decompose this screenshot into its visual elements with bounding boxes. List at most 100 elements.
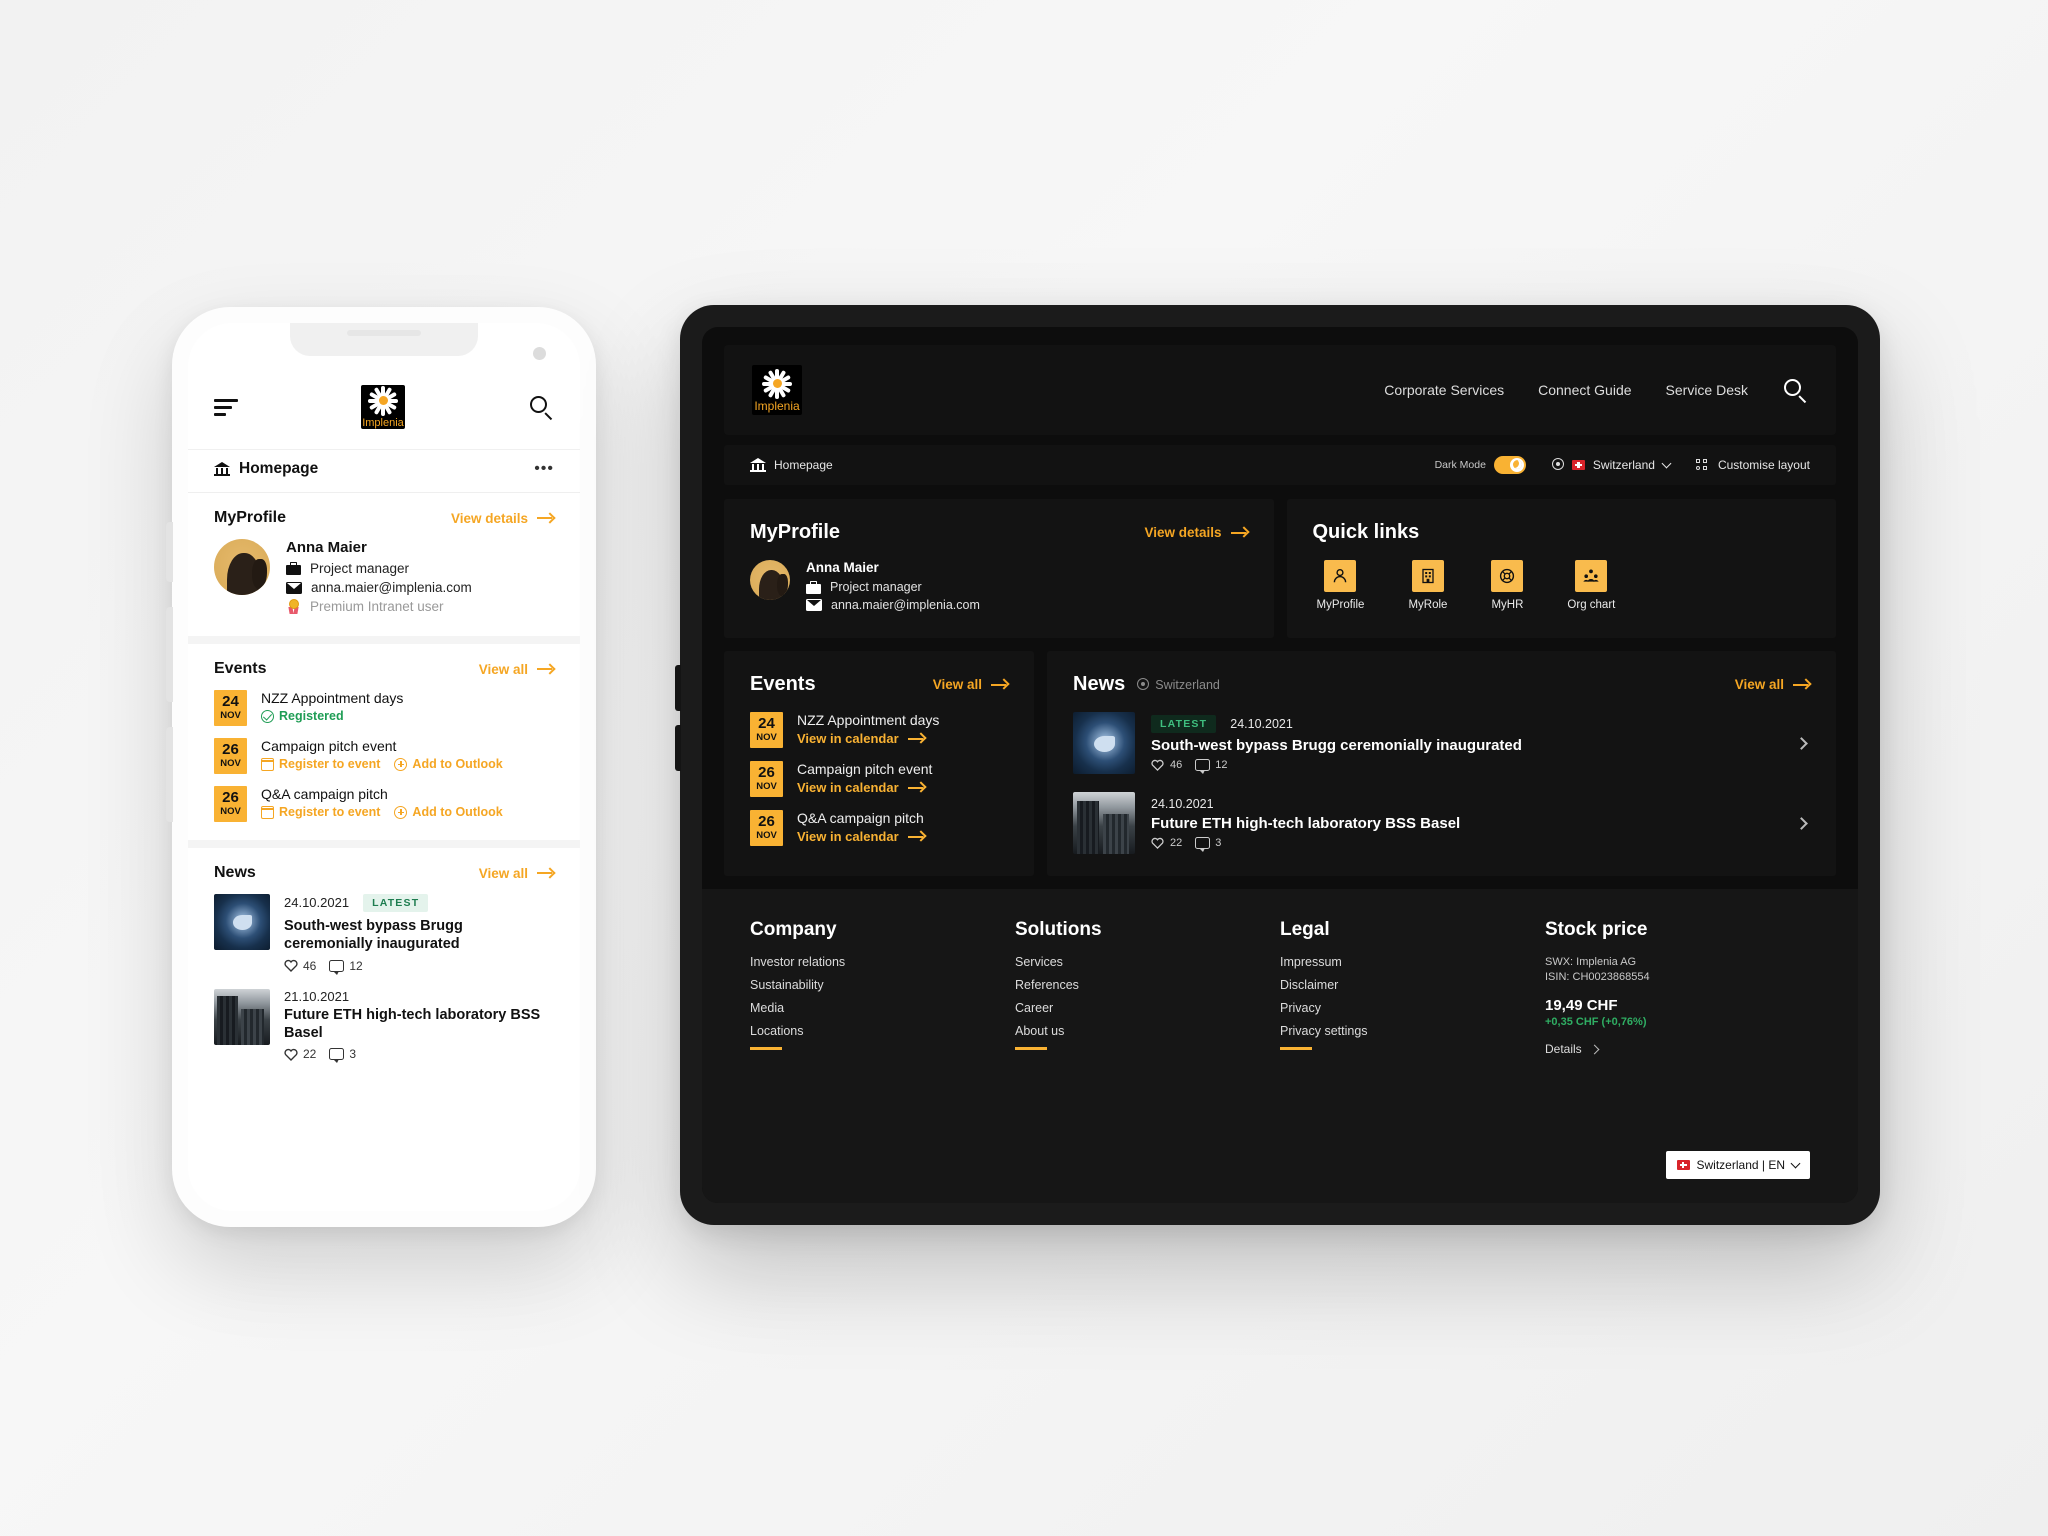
event-actions: Register to event Add to Outlook xyxy=(261,805,503,819)
news-item[interactable]: LATEST 24.10.2021 South-west bypass Brug… xyxy=(1073,712,1810,774)
footer-link-media[interactable]: Media xyxy=(750,1001,1015,1015)
customise-layout-button[interactable]: Customise layout xyxy=(1695,458,1810,472)
comment-count: 3 xyxy=(349,1047,357,1062)
phone-myprofile-card: MyProfile View details Anna Maier Projec… xyxy=(188,493,580,636)
mail-icon xyxy=(806,599,822,611)
menu-icon[interactable] xyxy=(214,398,238,416)
plus-circle-icon xyxy=(394,757,408,771)
quicklink-label: MyHR xyxy=(1491,599,1524,611)
myprofile-title: MyProfile xyxy=(750,521,841,543)
event-month: NOV xyxy=(756,830,777,841)
events-title: Events xyxy=(750,673,816,695)
comments: 12 xyxy=(1195,759,1228,774)
chevron-right-icon[interactable] xyxy=(1795,736,1808,750)
tablet-footer: Company Investor relations Sustainabilit… xyxy=(702,889,1858,1203)
layout-grid-icon xyxy=(1695,459,1710,471)
quicklink-myrole[interactable]: MyRole xyxy=(1408,560,1447,611)
view-in-calendar-link[interactable]: View in calendar xyxy=(797,780,932,795)
news-date: 24.10.2021 xyxy=(1230,716,1293,731)
news-item[interactable]: 24.10.2021 LATEST South-west bypass Brug… xyxy=(214,894,554,975)
footer-link-references[interactable]: References xyxy=(1015,978,1280,992)
footer-link-privacy[interactable]: Privacy xyxy=(1280,1001,1545,1015)
chevron-right-icon[interactable] xyxy=(1795,816,1808,830)
profile-info: Anna Maier Project manager anna.maier@im… xyxy=(806,560,980,616)
nav-service-desk[interactable]: Service Desk xyxy=(1666,382,1748,398)
tablet-nav: Corporate Services Connect Guide Service… xyxy=(1384,377,1808,404)
footer-link-sustainability[interactable]: Sustainability xyxy=(750,978,1015,992)
event-item[interactable]: 24 NOV NZZ Appointment days View in cale… xyxy=(750,712,1008,748)
phone-breadcrumb-bar: Homepage ••• xyxy=(188,449,580,493)
heart-icon xyxy=(284,1048,298,1061)
implenia-logo[interactable]: Implenia xyxy=(752,365,802,415)
view-in-calendar-link[interactable]: View in calendar xyxy=(797,829,927,844)
event-date-chip: 26 NOV xyxy=(750,761,783,797)
breadcrumb[interactable]: Homepage xyxy=(214,460,318,478)
tablet-quicklinks-panel: Quick links MyProfile MyRole MyHR Org ch… xyxy=(1286,499,1836,638)
news-view-all-link[interactable]: View all xyxy=(479,866,556,881)
register-to-event-button[interactable]: Register to event xyxy=(261,757,380,771)
breadcrumb-label: Homepage xyxy=(774,458,833,472)
add-to-outlook-button[interactable]: Add to Outlook xyxy=(394,757,503,771)
footer-link-career[interactable]: Career xyxy=(1015,1001,1280,1015)
footer-heading: Solutions xyxy=(1015,919,1102,940)
quicklink-myhr[interactable]: MyHR xyxy=(1491,560,1524,611)
stock-price: 19,49 CHF xyxy=(1545,997,1618,1014)
comments: 3 xyxy=(329,1047,357,1064)
news-thumbnail xyxy=(214,988,270,1045)
footer-link-about-us[interactable]: About us xyxy=(1015,1024,1280,1038)
event-month: NOV xyxy=(756,732,777,743)
news-engagement: 46 12 xyxy=(1151,759,1781,774)
footer-link-disclaimer[interactable]: Disclaimer xyxy=(1280,978,1545,992)
breadcrumb[interactable]: Homepage xyxy=(750,458,833,472)
footer-link-services[interactable]: Services xyxy=(1015,955,1280,969)
details-label: Details xyxy=(1545,1042,1582,1056)
event-body: Campaign pitch event View in calendar xyxy=(797,761,932,795)
dark-mode-toggle[interactable] xyxy=(1493,456,1526,474)
myprofile-header: MyProfile View details xyxy=(750,521,1250,544)
news-body: LATEST 24.10.2021 South-west bypass Brug… xyxy=(1151,714,1781,774)
country-selector[interactable]: Switzerland xyxy=(1551,458,1672,472)
footer-link-investor-relations[interactable]: Investor relations xyxy=(750,955,1015,969)
add-to-outlook-button[interactable]: Add to Outlook xyxy=(394,805,503,819)
dark-mode-toggle-group[interactable]: Dark Mode xyxy=(1435,456,1526,474)
event-item[interactable]: 24 NOV NZZ Appointment days Registered xyxy=(214,690,554,726)
nav-connect-guide[interactable]: Connect Guide xyxy=(1538,382,1631,398)
event-body: NZZ Appointment days View in calendar xyxy=(797,712,939,746)
profile-email: anna.maier@implenia.com xyxy=(831,598,980,612)
event-item[interactable]: 26 NOV Q&A campaign pitch Register to ev… xyxy=(214,786,554,822)
likes: 46 xyxy=(284,959,316,973)
event-item[interactable]: 26 NOV Campaign pitch event Register to … xyxy=(214,738,554,774)
more-options-icon[interactable]: ••• xyxy=(534,460,554,478)
event-date-chip: 26 NOV xyxy=(214,786,247,822)
register-to-event-button[interactable]: Register to event xyxy=(261,805,380,819)
profile-row: Anna Maier Project manager anna.maier@im… xyxy=(214,539,554,618)
stock-details-link[interactable]: Details xyxy=(1545,1042,1810,1056)
myprofile-header: MyProfile View details xyxy=(214,509,556,527)
quicklink-orgchart[interactable]: Org chart xyxy=(1567,560,1615,611)
myprofile-view-details-link[interactable]: View details xyxy=(451,511,556,526)
view-in-calendar-link[interactable]: View in calendar xyxy=(797,731,939,746)
events-view-all-link[interactable]: View all xyxy=(933,677,1010,692)
news-header: News View all xyxy=(214,864,556,882)
search-icon[interactable] xyxy=(1782,377,1808,404)
event-item[interactable]: 26 NOV Campaign pitch event View in cale… xyxy=(750,761,1008,797)
search-icon[interactable] xyxy=(528,394,554,421)
news-item[interactable]: 21.10.2021 Future ETH high-tech laborato… xyxy=(214,988,554,1064)
quicklink-myprofile[interactable]: MyProfile xyxy=(1317,560,1364,611)
myprofile-view-details-link[interactable]: View details xyxy=(1144,525,1250,540)
language-selector[interactable]: Switzerland | EN xyxy=(1665,1151,1810,1179)
implenia-logo[interactable]: Implenia xyxy=(361,385,405,429)
news-date: 21.10.2021 xyxy=(284,988,350,1004)
event-item[interactable]: 26 NOV Q&A campaign pitch View in calend… xyxy=(750,810,1008,846)
events-view-all-link[interactable]: View all xyxy=(479,662,556,677)
footer-link-impressum[interactable]: Impressum xyxy=(1280,955,1545,969)
news-view-all-link[interactable]: View all xyxy=(1735,677,1812,692)
event-month: NOV xyxy=(220,758,241,769)
footer-link-locations[interactable]: Locations xyxy=(750,1024,1015,1038)
footer-link-privacy-settings[interactable]: Privacy settings xyxy=(1280,1024,1545,1038)
nav-corporate-services[interactable]: Corporate Services xyxy=(1384,382,1504,398)
event-month: NOV xyxy=(220,806,241,817)
phone-device: Implenia Homepage ••• MyProfile View det… xyxy=(166,307,596,1227)
like-count: 22 xyxy=(1170,837,1183,849)
news-item[interactable]: 24.10.2021 Future ETH high-tech laborato… xyxy=(1073,792,1810,854)
